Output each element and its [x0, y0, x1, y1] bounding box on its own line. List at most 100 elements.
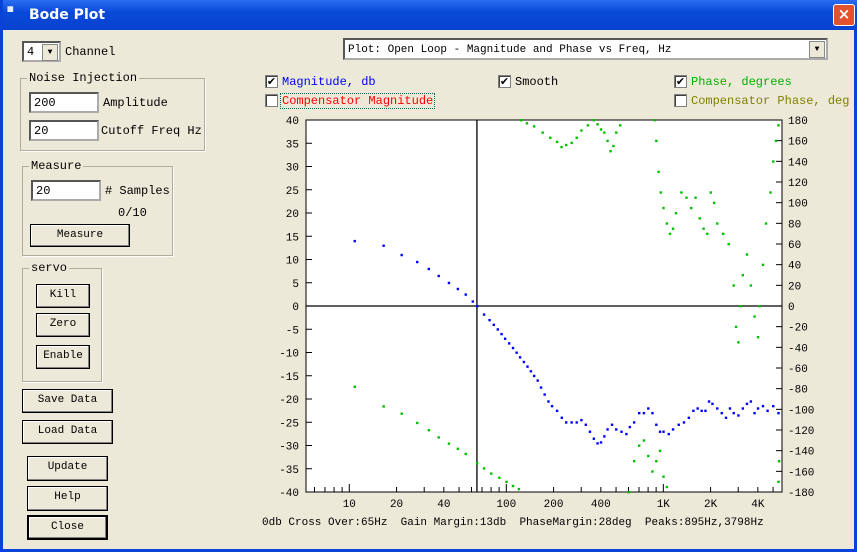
- magnitude-point: [700, 409, 703, 413]
- magnitude-point: [532, 374, 536, 378]
- magnitude-point: [400, 253, 403, 257]
- phase-point: [658, 449, 662, 453]
- magnitude-point: [655, 423, 658, 426]
- phase-point: [400, 412, 403, 415]
- phase-point: [427, 429, 431, 432]
- y-right-tick-label: 60: [788, 240, 801, 252]
- magnitude-point: [741, 407, 745, 410]
- magnitude-point: [716, 407, 719, 410]
- x-tick-label: 20: [390, 499, 403, 511]
- magnitude-point: [620, 430, 623, 433]
- magnitude-point: [642, 411, 646, 415]
- y-left-tick-label: -20: [279, 395, 299, 407]
- phase-point: [549, 136, 552, 139]
- phase-point: [353, 385, 356, 388]
- phase-point: [706, 232, 709, 236]
- y-right-tick-label: -40: [788, 343, 808, 355]
- magnitude-point: [753, 411, 756, 415]
- phase-point: [416, 421, 419, 425]
- phase-point: [774, 139, 778, 143]
- phase-point: [603, 131, 606, 134]
- y-left-tick-label: -15: [279, 372, 299, 384]
- phase-point: [619, 124, 622, 127]
- magnitude-point: [471, 300, 474, 303]
- y-left-tick-label: 35: [286, 139, 299, 151]
- phase-point: [511, 484, 515, 488]
- magnitude-point: [732, 411, 735, 415]
- y-left-tick-label: -25: [279, 418, 299, 430]
- magnitude-point: [555, 409, 559, 413]
- magnitude-point: [711, 402, 714, 406]
- y-right-tick-label: -100: [788, 405, 814, 417]
- phase-point: [662, 206, 665, 210]
- magnitude-point: [737, 414, 740, 417]
- magnitude-point: [456, 287, 460, 291]
- magnitude-point: [464, 293, 467, 296]
- magnitude-point: [692, 409, 695, 413]
- y-left-tick-label: 40: [286, 116, 299, 128]
- magnitude-point: [749, 400, 753, 403]
- phase-point: [741, 274, 745, 277]
- x-tick-label: 10: [343, 499, 356, 511]
- y-left-tick-label: -40: [279, 488, 299, 500]
- phase-point: [685, 196, 688, 199]
- phase-point: [464, 452, 467, 456]
- phase-point: [437, 436, 440, 439]
- phase-point: [753, 315, 756, 318]
- magnitude-point: [539, 386, 543, 389]
- magnitude-point: [488, 318, 491, 322]
- y-right-tick-label: -60: [788, 364, 808, 376]
- y-right-tick-label: 140: [788, 157, 808, 169]
- y-left-tick-label: -30: [279, 442, 299, 454]
- phase-point: [665, 485, 669, 489]
- magnitude-point: [482, 313, 486, 316]
- phase-point: [668, 232, 672, 236]
- y-right-tick-label: -180: [788, 488, 814, 500]
- magnitude-point: [761, 404, 765, 408]
- phase-point: [570, 141, 573, 145]
- magnitude-point: [662, 430, 665, 433]
- magnitude-point: [575, 421, 578, 424]
- y-right-tick-label: 40: [788, 261, 801, 273]
- phase-point: [456, 447, 460, 450]
- y-right-tick-label: -120: [788, 426, 814, 438]
- status-summary: 0db Cross Over:65Hz Gain Margin:13db Pha…: [262, 517, 764, 529]
- phase-point: [712, 201, 716, 205]
- y-right-tick-label: 100: [788, 199, 808, 211]
- magnitude-point: [596, 442, 599, 445]
- phase-point: [769, 191, 772, 194]
- phase-point: [758, 305, 761, 308]
- x-tick-label: 100: [496, 499, 516, 511]
- phase-point: [517, 487, 521, 491]
- x-tick-label: 4K: [751, 499, 765, 511]
- phase-point: [565, 143, 568, 147]
- phase-point: [580, 129, 583, 132]
- magnitude-point: [496, 328, 499, 331]
- phase-point: [532, 125, 536, 128]
- magnitude-point: [682, 421, 686, 424]
- magnitude-point: [492, 323, 495, 326]
- magnitude-point: [625, 432, 628, 436]
- phase-point: [689, 206, 693, 210]
- phase-point: [680, 191, 683, 194]
- y-right-tick-label: 180: [788, 116, 808, 128]
- y-right-tick-label: -160: [788, 467, 814, 479]
- x-tick-label: 2K: [704, 499, 718, 511]
- bode-chart: 40 35 30 25 20 15 10 5 0 -5 -10 -15 -20 -25 -30 -35 -40 1…: [279, 116, 814, 511]
- magnitude-point: [637, 411, 641, 415]
- phase-point: [382, 405, 385, 408]
- phase-point: [575, 136, 578, 139]
- y-left-tick-label: 10: [286, 256, 299, 268]
- phase-point: [560, 145, 563, 149]
- phase-point: [694, 196, 697, 199]
- phase-point: [777, 480, 780, 484]
- phase-point: [447, 442, 451, 445]
- magnitude-point: [745, 402, 749, 406]
- magnitude-point: [615, 428, 618, 431]
- phase-point: [482, 467, 486, 470]
- phase-point: [665, 222, 669, 225]
- phase-point: [632, 460, 636, 463]
- y-left-tick-label: 5: [292, 279, 299, 291]
- phase-point: [653, 119, 657, 122]
- magnitude-point: [592, 437, 596, 440]
